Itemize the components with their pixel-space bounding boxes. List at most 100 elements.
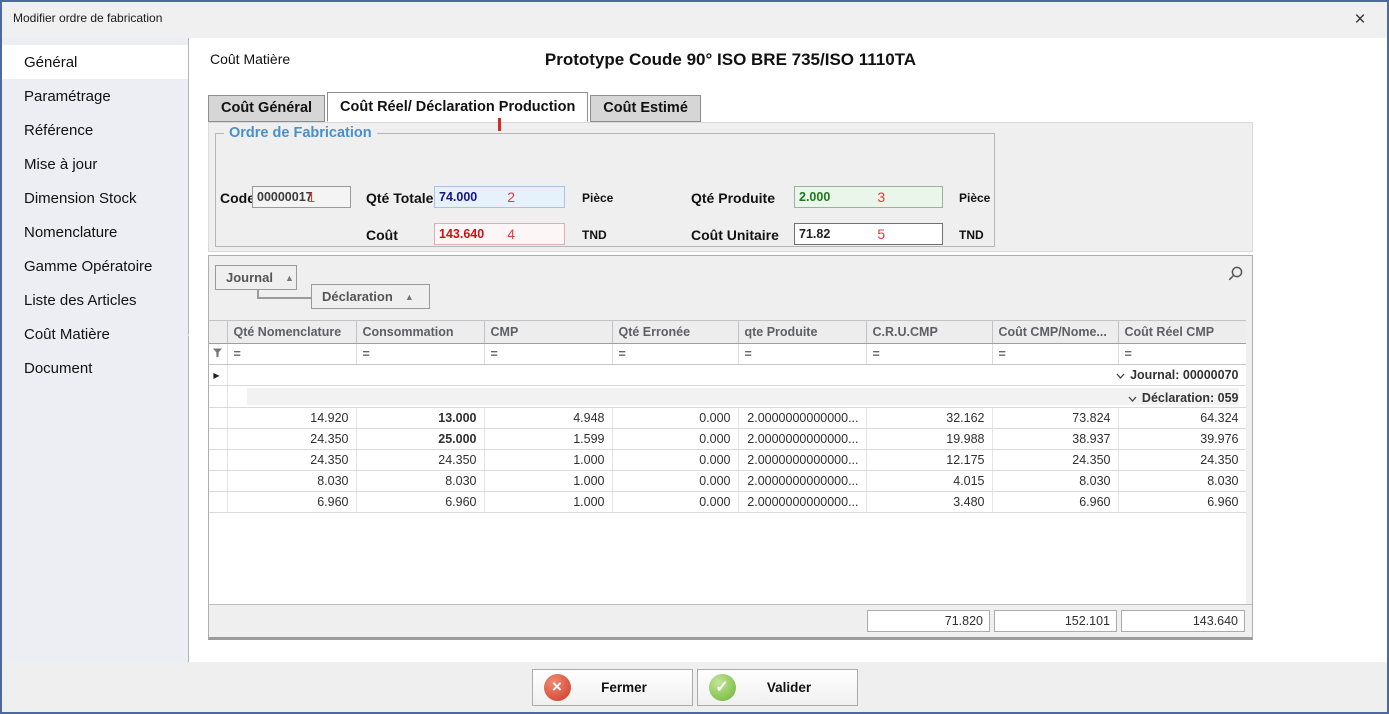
grid-cell[interactable]: 2.0000000000000... [738,408,866,429]
grid-cell[interactable]: 12.175 [866,450,992,471]
grid-cell[interactable]: 1.000 [484,450,612,471]
sidebar-item-general[interactable]: Général [2,45,188,79]
qte-totale-field[interactable]: 74.000 2 [434,186,565,208]
cout-unit: TND [582,228,607,242]
tab-cout-estime[interactable]: Coût Estimé [590,95,701,122]
column-header-cout-cmp-nome[interactable]: Coût CMP/Nome... [992,321,1118,344]
filter-cell[interactable]: = [227,344,356,365]
grid-cell[interactable]: 6.960 [227,492,356,513]
filter-cell[interactable]: = [356,344,484,365]
filter-cell[interactable]: = [612,344,738,365]
column-header-cru-cmp[interactable]: C.R.U.CMP [866,321,992,344]
bottom-action-bar: × Fermer ✓ Valider [2,662,1387,712]
column-header-cout-reel-cmp[interactable]: Coût Réel CMP [1118,321,1246,344]
sidebar-item-nomenclature[interactable]: Nomenclature [2,215,188,249]
grid-cell[interactable]: 24.350 [992,450,1118,471]
column-header-cmp[interactable]: CMP [484,321,612,344]
grid-cell[interactable]: 0.000 [612,471,738,492]
tab-cout-general[interactable]: Coût Général [208,95,325,122]
qte-produite-field[interactable]: 2.000 3 [794,186,943,208]
grid-cell[interactable]: 14.920 [227,408,356,429]
sidebar-item-reference[interactable]: Référence [2,113,188,147]
grid-cell[interactable]: 3.480 [866,492,992,513]
filter-cell[interactable]: = [1118,344,1246,365]
filter-cell[interactable]: = [992,344,1118,365]
grid-cell[interactable]: 6.960 [992,492,1118,513]
total-cru-cmp: 71.820 [867,610,990,632]
title-bar: Modifier ordre de fabrication × [2,2,1387,38]
sidebar-item-document[interactable]: Document [2,351,188,385]
sidebar-item-parametrage[interactable]: Paramétrage [2,79,188,113]
grid-cell[interactable]: 2.0000000000000... [738,471,866,492]
group-row-declaration-band[interactable]: Déclaration: 059 [227,386,1246,408]
sidebar-item-dimension-stock[interactable]: Dimension Stock [2,181,188,215]
filter-cell[interactable]: = [866,344,992,365]
grid-row[interactable]: 24.350 24.350 1.000 0.000 2.000000000000… [209,450,1246,471]
filter-cell[interactable]: = [484,344,612,365]
grid-cell[interactable]: 64.324 [1118,408,1246,429]
cout-unitaire-field[interactable]: 71.82 5 [794,223,943,245]
annotation-5: 5 [877,226,885,242]
sidebar-item-cout-matiere[interactable]: Coût Matière [2,317,188,351]
grid-cell[interactable]: 39.976 [1118,429,1246,450]
grid-row[interactable]: 6.960 6.960 1.000 0.000 2.0000000000000.… [209,492,1246,513]
column-header-qte-nomenclature[interactable]: Qté Nomenclature [227,321,356,344]
grid-cell[interactable]: 4.948 [484,408,612,429]
grid-row[interactable]: 8.030 8.030 1.000 0.000 2.0000000000000.… [209,471,1246,492]
column-header-qte-erronee[interactable]: Qté Erronée [612,321,738,344]
cout-field[interactable]: 143.640 4 [434,223,565,245]
tab-cout-reel-declaration-production[interactable]: Coût Réel/ Déclaration Production [327,92,588,122]
grid-cell[interactable]: 24.350 [356,450,484,471]
row-indicator-header [209,321,227,344]
filter-icon[interactable] [209,344,227,365]
grid-cell[interactable]: 2.0000000000000... [738,450,866,471]
grid-cell[interactable]: 6.960 [356,492,484,513]
total-cout-reel-cmp: 143.640 [1121,610,1245,632]
code-field[interactable]: 00000017 1 [252,186,351,208]
grid-row[interactable]: 24.350 25.000 1.599 0.000 2.000000000000… [209,429,1246,450]
grid-cell[interactable]: 19.988 [866,429,992,450]
grid-cell[interactable]: 8.030 [227,471,356,492]
sidebar-item-liste-des-articles[interactable]: Liste des Articles [2,283,188,317]
grid-cell[interactable]: 4.015 [866,471,992,492]
grid-cell[interactable]: 0.000 [612,429,738,450]
close-circle-icon: × [544,674,571,701]
grid-cell[interactable]: 0.000 [612,408,738,429]
grid-cell[interactable]: 24.350 [227,450,356,471]
valider-button[interactable]: ✓ Valider [697,669,858,706]
sidebar-item-mise-a-jour[interactable]: Mise à jour [2,147,188,181]
grid-cell[interactable]: 0.000 [612,492,738,513]
group-row-journal[interactable]: ▶ Journal: 00000070 [209,365,1246,386]
column-header-qte-produite[interactable]: qte Produite [738,321,866,344]
group-row-journal-band[interactable]: Journal: 00000070 [227,365,1246,386]
grid-cell[interactable]: 24.350 [227,429,356,450]
grid-cell[interactable]: 1.000 [484,471,612,492]
column-header-consommation[interactable]: Consommation [356,321,484,344]
group-row-declaration[interactable]: Déclaration: 059 [209,386,1246,408]
expand-icon[interactable]: ▶ [209,365,227,386]
grid-cell[interactable]: 2.0000000000000... [738,492,866,513]
close-icon[interactable]: × [1347,7,1373,33]
grid-row[interactable]: 14.920 13.000 4.948 0.000 2.000000000000… [209,408,1246,429]
grid-cell[interactable]: 1.000 [484,492,612,513]
filter-cell[interactable]: = [738,344,866,365]
grid-cell[interactable]: 24.350 [1118,450,1246,471]
grid-cell[interactable]: 32.162 [866,408,992,429]
grid-cell-highlighted[interactable]: 13.000 [356,408,484,429]
grid-cell[interactable]: 73.824 [992,408,1118,429]
grid-cell[interactable]: 8.030 [1118,471,1246,492]
grid-cell[interactable]: 1.599 [484,429,612,450]
sidebar-item-gamme-operatoire[interactable]: Gamme Opératoire [2,249,188,283]
group-chip-journal[interactable]: Journal ▲ [215,265,297,290]
grid-cell[interactable]: 0.000 [612,450,738,471]
grid-cell[interactable]: 2.0000000000000... [738,429,866,450]
grid-cell[interactable]: 6.960 [1118,492,1246,513]
group-chip-declaration[interactable]: Déclaration ▲ [311,284,430,309]
grid-cell[interactable]: 38.937 [992,429,1118,450]
grid-cell-highlighted[interactable]: 25.000 [356,429,484,450]
grid-cell[interactable]: 8.030 [992,471,1118,492]
grid-cell[interactable]: 8.030 [356,471,484,492]
search-icon[interactable] [1226,265,1244,283]
fermer-button[interactable]: × Fermer [532,669,693,706]
row-indicator-cell [209,492,227,513]
